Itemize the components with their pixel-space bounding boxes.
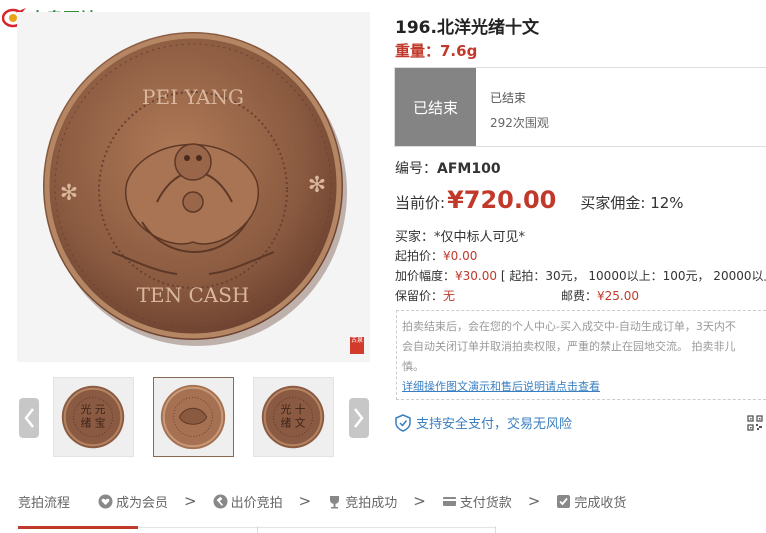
shipping-value: ¥25.00 (597, 289, 640, 303)
shipping-row: 邮费：¥25.00 (561, 287, 639, 304)
buyer-label: 买家： (395, 230, 435, 245)
thumbnail-obverse[interactable]: 光 元 绪 宝 (53, 377, 134, 457)
notice-line: 慎。 (402, 360, 424, 373)
svg-text:光 十: 光 十 (281, 403, 306, 416)
step-win: 竞拍成功 (327, 492, 397, 511)
item-code: 编号：AFM100 (395, 158, 501, 178)
price-label: 当前价: (395, 194, 446, 212)
watermark-seal: 古泉 (350, 337, 364, 354)
item-weight: 重量：7.6g (395, 42, 478, 60)
item-title: 196.北洋光绪十文 (395, 18, 539, 38)
active-tab-indicator[interactable] (18, 526, 138, 529)
coin-thumb-image: 光 元 绪 宝 (54, 378, 133, 456)
price-row: 当前价: ¥720.00 买家佣金: 12% (395, 186, 684, 218)
check-box-icon (557, 494, 571, 508)
reserve-price-row: 保留价：无 (395, 287, 455, 304)
increment-row: 加价幅度：¥30.00 [ 起拍：30元， 10000以上：100元， 2000… (395, 267, 766, 284)
heart-icon (98, 494, 113, 508)
current-price: ¥720.00 (447, 186, 557, 214)
buyer-row: 买家：*仅中标人可见* (395, 226, 525, 245)
step-separator: > (413, 492, 426, 510)
step-separator: > (184, 492, 197, 510)
status-text: 已结束 (490, 91, 527, 105)
code-value: AFM100 (437, 161, 501, 177)
code-label: 编号： (395, 161, 437, 177)
buyer-value: *仅中标人可见* (434, 230, 526, 245)
step-pay: 支付货款 (442, 492, 512, 511)
hammer-icon (213, 494, 228, 508)
notice-line: 拍卖结束后，会在您的个人中心-买入成交中-自动生成订单，3天内不 (402, 320, 736, 333)
shipping-label: 邮费： (561, 289, 598, 303)
coin-thumb-image: 光 十 绪 文 (254, 378, 333, 456)
thumbnail-side[interactable]: 光 十 绪 文 (253, 377, 334, 457)
step-become-member: 成为会员 (98, 492, 168, 511)
increment-value: ¥30.00 (455, 269, 498, 283)
step-label: 支付货款 (459, 495, 512, 511)
chevron-right-icon (354, 408, 364, 428)
step-separator: > (527, 492, 541, 510)
secure-payment-text: 支持安全支付，交易无风险 (416, 417, 573, 432)
step-label: 竞拍成功 (345, 495, 398, 511)
start-price-label: 起拍价： (395, 249, 444, 263)
trophy-icon (330, 495, 340, 508)
status-badge: 已结束 (395, 68, 476, 146)
thumbnail-reverse[interactable] (153, 377, 234, 457)
buyer-commission: 买家佣金: 12% (580, 194, 684, 212)
svg-text:✻: ✻ (308, 173, 326, 198)
chevron-left-icon (24, 408, 34, 428)
svg-text:TEN CASH: TEN CASH (137, 283, 250, 307)
step-label: 完成收货 (574, 495, 627, 511)
notice-line: 会自动关闭订单并取消拍卖权限，严重的禁止在园地交流。 拍卖非儿 (402, 340, 736, 353)
tab-divider (495, 526, 496, 533)
reserve-price-value: 无 (443, 289, 456, 303)
step-label: 出价竞拍 (230, 495, 283, 511)
increment-rule: [ 起拍：30元， 10000以上：100元， 20000以上 (497, 269, 766, 283)
process-title: 竞拍流程 (18, 495, 71, 511)
thumb-next-button[interactable] (349, 398, 369, 438)
payment-icon (442, 496, 456, 506)
svg-text:绪 宝: 绪 宝 (81, 417, 106, 430)
auction-status-box: 已结束 已结束 292次围观 (394, 67, 766, 147)
step-label: 成为会员 (116, 495, 169, 511)
view-count: 292次围观 (490, 116, 549, 130)
step-separator: > (298, 492, 312, 510)
help-link[interactable]: 详细操作图文演示和售后说明请点击查看 (402, 377, 766, 397)
auction-notice: 拍卖结束后，会在您的个人中心-买入成交中-自动生成订单，3天内不 会自动关闭订单… (396, 310, 766, 400)
secure-payment-note: 支持安全支付，交易无风险 (395, 413, 572, 432)
start-price-value: ¥0.00 (443, 249, 478, 263)
tab-divider (257, 526, 258, 533)
svg-text:PEI YANG: PEI YANG (142, 85, 244, 109)
thumb-prev-button[interactable] (19, 398, 39, 438)
increment-label: 加价幅度： (395, 269, 456, 283)
svg-text:光 元: 光 元 (81, 403, 106, 416)
coin-illustration: PEI YANG TEN CASH ✻ ✻ (17, 12, 370, 362)
auction-process-bar: 竞拍流程 成为会员 > 出价竞拍 > 竞拍成功 > 支付货款 > 完成收货 (18, 489, 626, 513)
step-receive: 完成收货 (556, 492, 626, 511)
start-price-row: 起拍价：¥0.00 (395, 247, 477, 264)
svg-text:绪 文: 绪 文 (281, 417, 306, 430)
main-product-image[interactable]: PEI YANG TEN CASH ✻ ✻ 古泉 (17, 12, 370, 362)
step-bid: 出价竞拍 (213, 492, 283, 511)
coin-thumb-image (154, 378, 233, 456)
svg-text:✻: ✻ (60, 181, 78, 206)
shield-check-icon (395, 413, 411, 432)
qr-code-icon[interactable] (747, 415, 763, 431)
reserve-price-label: 保留价： (395, 289, 444, 303)
